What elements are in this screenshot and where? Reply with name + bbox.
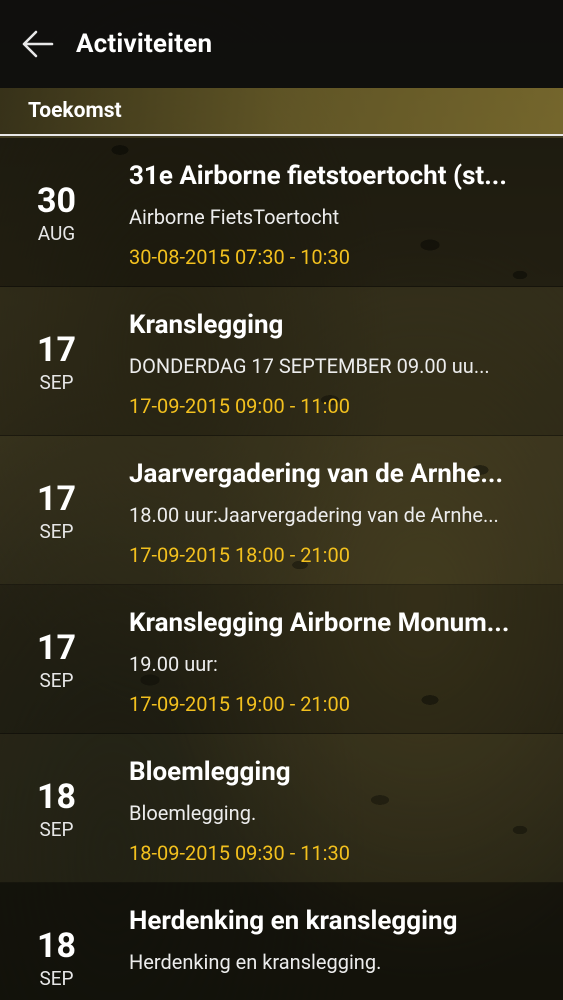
arrow-left-icon	[22, 30, 54, 58]
activity-title: 31e Airborne fietstoertocht (st...	[129, 161, 507, 191]
date-day: 17	[36, 330, 76, 370]
date-block: 17 SEP	[0, 287, 113, 435]
activity-item[interactable]: 30 AUG 31e Airborne fietstoertocht (st..…	[0, 138, 563, 287]
date-month: SEP	[39, 818, 74, 841]
activity-time: 17-09-2015 19:00 - 21:00	[129, 692, 350, 716]
activity-item[interactable]: 17 SEP Jaarvergadering van de Arnhe... 1…	[0, 436, 563, 585]
activity-title: Herdenking en kranslegging	[129, 906, 458, 936]
activity-title: Bloemlegging	[129, 757, 291, 787]
date-day: 18	[36, 777, 76, 817]
date-block: 18 SEP	[0, 734, 113, 882]
date-day: 17	[36, 479, 76, 519]
activity-text: Bloemlegging Bloemlegging. 18-09-2015 09…	[113, 734, 563, 882]
activity-time: 30-08-2015 07:30 - 10:30	[129, 245, 350, 269]
date-block: 18 SEP	[0, 883, 113, 1000]
date-block: 17 SEP	[0, 436, 113, 584]
activity-description: DONDERDAG 17 SEPTEMBER 09.00 uu...	[129, 354, 490, 378]
activity-title: Kranslegging Airborne Monum...	[129, 608, 510, 638]
date-month: SEP	[39, 967, 74, 990]
app-bar: Activiteiten	[0, 0, 563, 88]
activity-item[interactable]: 18 SEP Bloemlegging Bloemlegging. 18-09-…	[0, 734, 563, 883]
activity-description: Bloemlegging.	[129, 801, 257, 825]
activity-text: Herdenking en kranslegging Herdenking en…	[113, 883, 563, 1000]
section-title: Toekomst	[28, 99, 122, 123]
date-month: SEP	[39, 520, 74, 543]
date-block: 30 AUG	[0, 138, 113, 286]
activity-description: 19.00 uur:	[129, 652, 218, 676]
activity-time: 17-09-2015 09:00 - 11:00	[129, 394, 350, 418]
activity-description: Herdenking en kranslegging.	[129, 950, 382, 974]
activity-text: 31e Airborne fietstoertocht (st... Airbo…	[113, 138, 563, 286]
date-day: 18	[36, 926, 76, 966]
activity-title: Kranslegging	[129, 310, 284, 340]
activity-description: Airborne FietsToertocht	[129, 205, 340, 229]
date-month: SEP	[39, 669, 74, 692]
activity-description: 18.00 uur:Jaarvergadering van de Arnhe..…	[129, 503, 499, 527]
page-title: Activiteiten	[76, 29, 213, 59]
date-day: 30	[36, 181, 76, 221]
date-day: 17	[36, 628, 76, 668]
activity-text: Jaarvergadering van de Arnhe... 18.00 uu…	[113, 436, 563, 584]
date-month: AUG	[37, 222, 76, 245]
activity-text: Kranslegging Airborne Monum... 19.00 uur…	[113, 585, 563, 733]
date-month: SEP	[39, 371, 74, 394]
activity-text: Kranslegging DONDERDAG 17 SEPTEMBER 09.0…	[113, 287, 563, 435]
activity-item[interactable]: 17 SEP Kranslegging Airborne Monum... 19…	[0, 585, 563, 734]
section-header-future: Toekomst	[0, 88, 563, 136]
date-block: 17 SEP	[0, 585, 113, 733]
activity-item[interactable]: 18 SEP Herdenking en kranslegging Herden…	[0, 883, 563, 1000]
activity-time: 17-09-2015 18:00 - 21:00	[129, 543, 350, 567]
back-button[interactable]	[0, 0, 76, 88]
activity-title: Jaarvergadering van de Arnhe...	[129, 459, 504, 489]
activity-item[interactable]: 17 SEP Kranslegging DONDERDAG 17 SEPTEMB…	[0, 287, 563, 436]
activity-time: 18-09-2015 09:30 - 11:30	[129, 841, 350, 865]
activity-list: 30 AUG 31e Airborne fietstoertocht (st..…	[0, 138, 563, 1000]
